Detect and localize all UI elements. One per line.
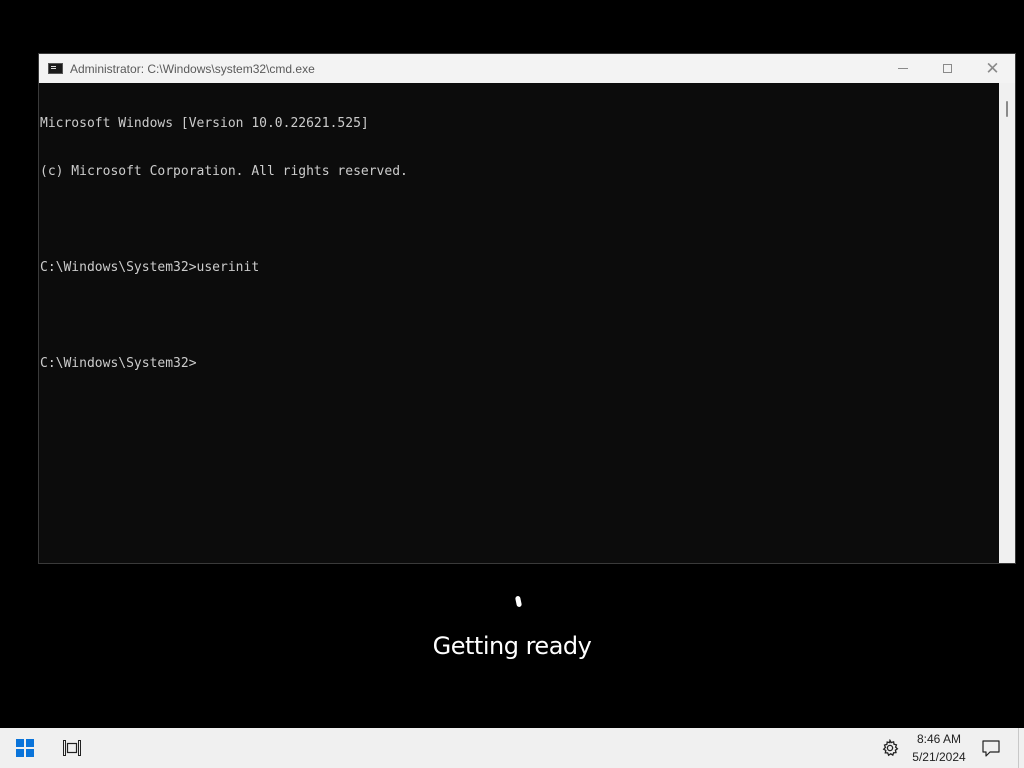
vertical-scrollbar[interactable] [999,83,1015,563]
settings-gear-icon [882,739,899,757]
console-line: C:\Windows\System32>userinit [40,260,260,275]
notification-center-button[interactable] [978,736,1004,760]
window-title: Administrator: C:\Windows\system32\cmd.e… [70,61,315,76]
clock-date: 5/21/2024 [912,750,966,764]
window-controls: ✕ [880,54,1015,83]
task-view-button[interactable] [52,728,92,768]
show-desktop-button[interactable] [1018,728,1024,768]
title-bar[interactable]: Administrator: C:\Windows\system32\cmd.e… [39,54,1015,83]
close-icon: ✕ [985,59,1000,78]
minimize-button[interactable] [880,54,925,83]
maximize-button[interactable] [925,54,970,83]
system-clock[interactable]: 8:46 AM 5/21/2024 [906,730,972,766]
close-button[interactable]: ✕ [970,54,1015,83]
settings-button[interactable] [878,736,902,760]
taskbar [0,728,1024,768]
clock-time: 8:46 AM [916,732,962,746]
task-view-icon [63,740,81,756]
console-output[interactable]: Microsoft Windows [Version 10.0.22621.52… [40,84,998,563]
windows-start-icon [16,739,34,757]
console-line: (c) Microsoft Corporation. All rights re… [40,164,408,179]
notification-icon [982,739,1000,757]
maximize-icon [943,64,952,73]
loading-spinner-icon [514,595,523,608]
minimize-icon [897,68,908,69]
scroll-thumb[interactable] [1006,101,1008,117]
cmd-window[interactable]: Administrator: C:\Windows\system32\cmd.e… [38,53,1016,564]
console-line: Microsoft Windows [Version 10.0.22621.52… [40,116,369,131]
console-prompt-line: C:\Windows\System32> [40,356,197,371]
getting-ready-text: Getting ready [432,632,592,660]
cmd-app-icon [48,63,63,74]
